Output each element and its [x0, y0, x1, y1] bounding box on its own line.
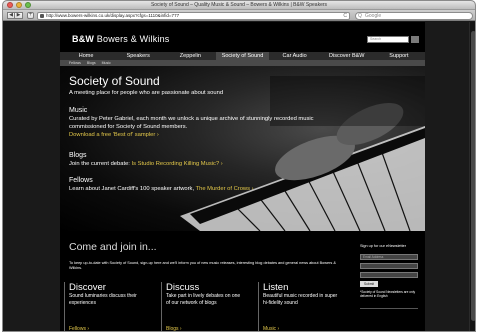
- page-viewport: B&W Bowers & Wilkins Search Home Speaker…: [3, 22, 475, 331]
- favicon-icon: [40, 14, 44, 18]
- window-title: Society of Sound – Quality Music & Sound…: [150, 2, 328, 8]
- discover-column: Discover Sound luminaries discuss their …: [64, 282, 154, 331]
- site-search-input[interactable]: Search: [367, 36, 409, 43]
- fellows-heading: Fellows: [69, 177, 93, 184]
- add-bookmark-button[interactable]: +: [27, 12, 34, 19]
- music-text-2: commissioned for Society of Sound member…: [69, 124, 188, 130]
- music-heading: Music: [69, 107, 88, 114]
- browser-window: Society of Sound – Quality Music & Sound…: [2, 0, 476, 332]
- listen-title: Listen: [263, 282, 289, 293]
- newsletter-note: *Society of Sound Newsletters are only d…: [360, 290, 416, 298]
- forward-button[interactable]: ▶: [15, 12, 23, 19]
- music-section: Music Curated by Peter Gabriel, each mon…: [69, 106, 314, 139]
- nav-item-speakers[interactable]: Speakers: [112, 52, 164, 60]
- back-icon: ◀: [9, 12, 13, 18]
- url-text: http://www.bowers-wilkins.co.uk/display.…: [46, 13, 180, 18]
- title-bar: Society of Sound – Quality Music & Sound…: [3, 1, 475, 10]
- fellows-link[interactable]: Fellows ›: [69, 326, 89, 331]
- nav-item-car-audio[interactable]: Car Audio: [269, 52, 321, 60]
- plus-icon: +: [28, 12, 33, 18]
- nav-item-support[interactable]: Support: [373, 52, 425, 60]
- newsletter-field-3[interactable]: [360, 272, 418, 278]
- site-search-button[interactable]: [411, 36, 419, 43]
- forward-icon: ▶: [16, 12, 21, 18]
- join-intro: To keep up-to-date with Society of Sound…: [69, 261, 336, 270]
- newsletter-signup: Sign up for our eNewsletter Email Addres…: [360, 244, 424, 309]
- join-section: Come and join in... To keep up-to-date w…: [60, 231, 425, 331]
- blogs-section: Blogs Join the current debate: Is Studio…: [69, 151, 223, 168]
- email-field[interactable]: Email Address: [360, 254, 418, 260]
- bw-logo[interactable]: B&W Bowers & Wilkins: [72, 34, 170, 44]
- scrollbar-thumb[interactable]: [471, 31, 475, 321]
- fellows-text: Learn about Janet Cardiff's 100 speaker …: [69, 186, 196, 192]
- blogs-debate-link[interactable]: Is Studio Recording Killing Music? ›: [132, 161, 223, 167]
- listen-column: Listen Beautiful music recorded in super…: [258, 282, 348, 331]
- logo-text: Bowers & Wilkins: [96, 34, 170, 44]
- blogs-heading: Blogs: [69, 152, 87, 159]
- newsletter-divider: [360, 308, 418, 309]
- discuss-text: Take part in lively debates on one of ou…: [166, 293, 241, 306]
- vertical-scrollbar[interactable]: [469, 22, 475, 331]
- newsletter-title: Sign up for our eNewsletter: [360, 244, 407, 248]
- address-bar[interactable]: http://www.bowers-wilkins.co.uk/display.…: [37, 12, 350, 20]
- browser-search-field[interactable]: Q Google: [355, 12, 473, 20]
- discuss-title: Discuss: [166, 282, 200, 293]
- music-sampler-link[interactable]: Download a free 'Best of' sampler ›: [69, 131, 314, 139]
- nav-item-society-of-sound[interactable]: Society of Sound: [216, 52, 269, 60]
- fellows-artwork-link[interactable]: The Murder of Crows ›: [196, 186, 254, 192]
- browser-search-placeholder: Google: [365, 13, 382, 19]
- join-title: Come and join in...: [69, 241, 157, 253]
- music-link[interactable]: Music ›: [263, 326, 279, 331]
- hero-title: Society of Sound: [69, 74, 160, 88]
- nav-item-discover-bw[interactable]: Discover B&W: [321, 52, 373, 60]
- logo-mark: B&W: [72, 34, 95, 44]
- reload-icon[interactable]: C: [343, 13, 347, 19]
- nav-item-home[interactable]: Home: [60, 52, 112, 60]
- discover-text: Sound luminaries discuss their experienc…: [69, 293, 137, 306]
- blogs-link[interactable]: Blogs ›: [166, 326, 182, 331]
- search-icon: Q: [358, 13, 362, 19]
- submit-button[interactable]: Submit: [360, 281, 378, 287]
- music-text-1: Curated by Peter Gabriel, each month we …: [69, 116, 314, 122]
- back-button[interactable]: ◀: [7, 12, 15, 19]
- listen-text: Beautiful music recorded in super hi-fid…: [263, 293, 338, 306]
- fellows-section: Fellows Learn about Janet Cardiff's 100 …: [69, 176, 254, 193]
- discuss-column: Discuss Take part in lively debates on o…: [161, 282, 251, 331]
- site-container: B&W Bowers & Wilkins Search Home Speaker…: [60, 22, 425, 331]
- main-nav: Home Speakers Zeppelin Society of Sound …: [60, 52, 425, 60]
- history-buttons: ◀ ▶: [7, 12, 23, 19]
- browser-toolbar: ◀ ▶ + http://www.bowers-wilkins.co.uk/di…: [3, 10, 475, 21]
- blogs-text: Join the current debate:: [69, 161, 132, 167]
- nav-item-zeppelin[interactable]: Zeppelin: [164, 52, 216, 60]
- discover-title: Discover: [69, 282, 106, 293]
- hero-banner: Society of Sound A meeting place for peo…: [60, 66, 425, 231]
- newsletter-field-2[interactable]: [360, 263, 418, 269]
- hero-tagline: A meeting place for people who are passi…: [69, 90, 224, 96]
